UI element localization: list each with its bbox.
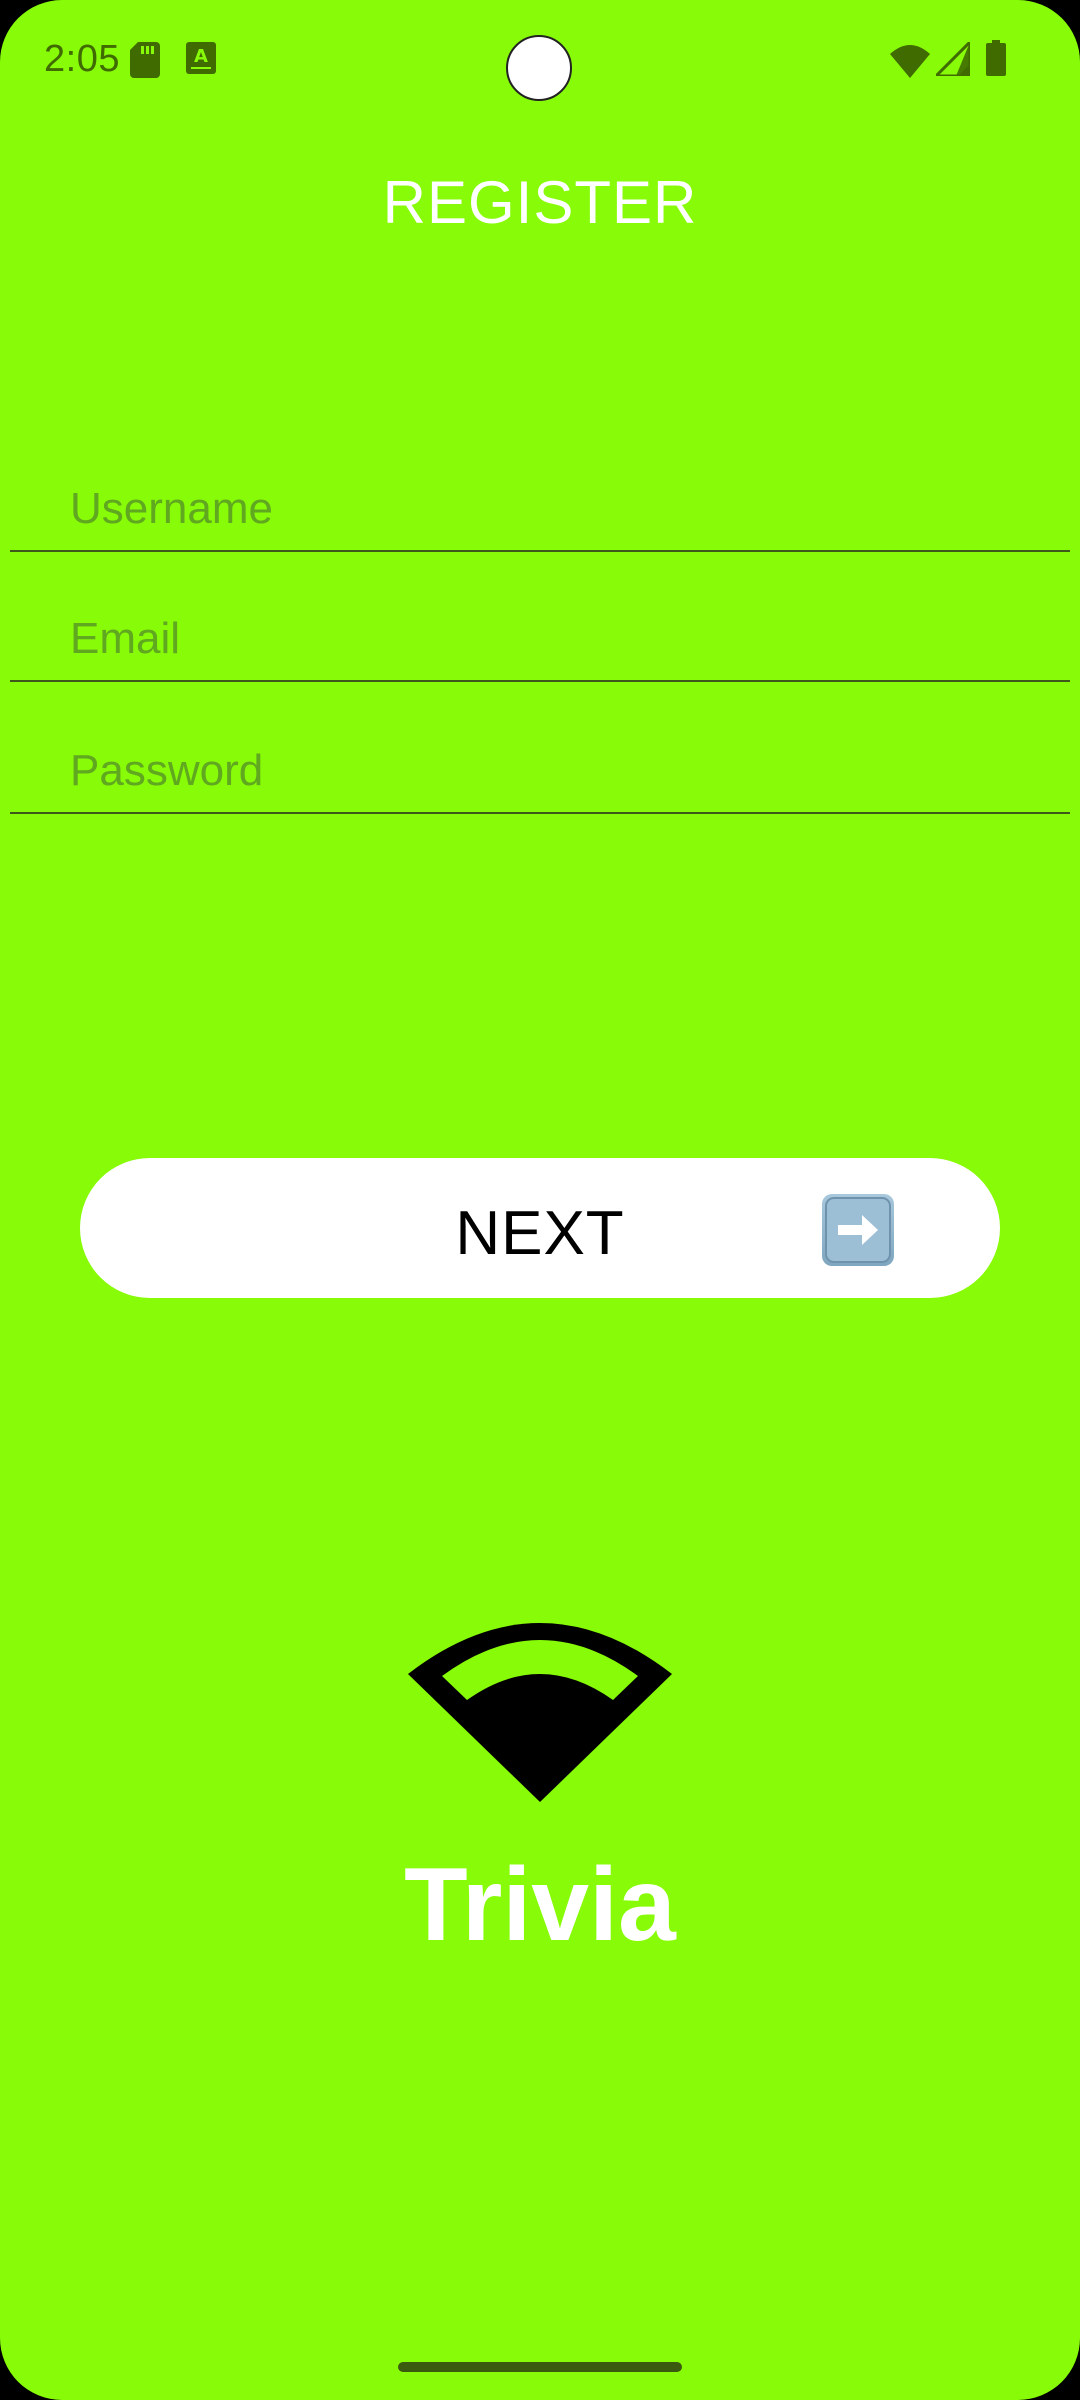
page-title: REGISTER	[382, 169, 698, 236]
a-keyboard-icon: A	[186, 42, 216, 74]
wifi-icon	[890, 45, 930, 78]
next-button[interactable]: NEXT	[80, 1158, 1000, 1298]
cellular-signal-icon	[936, 42, 970, 76]
home-indicator[interactable]	[398, 2362, 682, 2372]
app-name: Trivia	[404, 1847, 676, 1963]
status-time: 2:05	[44, 38, 120, 80]
sd-card-icon	[130, 42, 160, 78]
register-screen: 2:05 A REGISTER NEXT	[0, 0, 1080, 2400]
status-bar: 2:05 A	[0, 0, 1080, 120]
email-input[interactable]	[10, 598, 1070, 682]
password-input[interactable]	[10, 730, 1070, 814]
username-input[interactable]	[10, 468, 1070, 552]
battery-icon	[986, 40, 1006, 76]
svg-text:A: A	[194, 46, 208, 67]
wifi-wedge-icon	[408, 1623, 672, 1802]
right-arrow-icon	[822, 1194, 894, 1266]
camera-cutout	[506, 35, 572, 101]
